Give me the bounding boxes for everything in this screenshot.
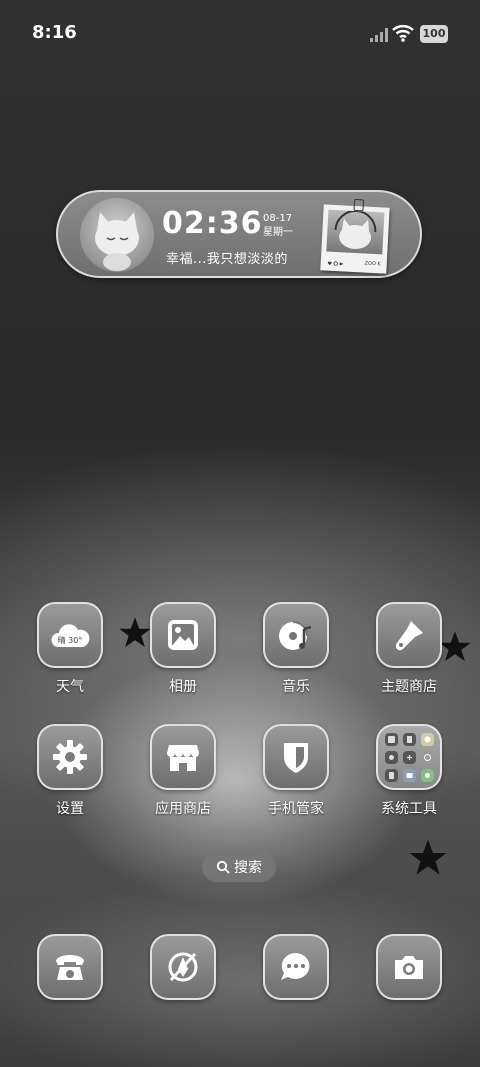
app-label: 系统工具	[381, 801, 437, 817]
music-icon[interactable]	[263, 602, 329, 668]
messages-icon[interactable]	[263, 934, 329, 1000]
search-icon	[216, 860, 230, 874]
app-label: 相册	[169, 679, 197, 695]
status-bar: 8:16 100	[0, 0, 480, 68]
files-icon	[384, 732, 398, 746]
compass-icon	[420, 750, 434, 764]
store-icon[interactable]	[150, 724, 216, 790]
clock-icon	[420, 732, 434, 746]
folder-app-grid	[384, 732, 434, 782]
widget-weekday: 星期一	[263, 227, 293, 238]
gear-icon[interactable]	[37, 724, 103, 790]
weather-icon[interactable]: 晴 30°	[37, 602, 103, 668]
app-label: 主题商店	[381, 679, 437, 695]
battery-indicator: 100	[420, 25, 448, 43]
health-icon	[420, 768, 434, 782]
widget-avatar-image	[80, 198, 154, 272]
gallery-icon[interactable]	[150, 602, 216, 668]
app-label: 音乐	[282, 679, 310, 695]
widget-caption: 幸福...我只想淡淡的	[166, 252, 288, 267]
camera-icon[interactable]	[376, 934, 442, 1000]
app-label: 设置	[56, 801, 84, 817]
signal-icon	[370, 28, 388, 42]
calculator-icon	[402, 750, 416, 764]
sim-toolkit-icon	[384, 768, 398, 782]
paint-brush-icon[interactable]	[376, 602, 442, 668]
folder-icon[interactable]	[376, 724, 442, 790]
widget-clock: 02:36	[162, 206, 263, 241]
notes-icon	[402, 732, 416, 746]
app-label: 手机管家	[268, 801, 324, 817]
status-time: 8:16	[32, 22, 77, 43]
phone-icon[interactable]	[37, 934, 103, 1000]
star-decoration-icon	[409, 839, 447, 875]
wifi-icon	[392, 25, 414, 42]
browser-icon[interactable]	[150, 934, 216, 1000]
polaroid-photo: ZOO K	[320, 198, 390, 274]
recorder-icon	[384, 750, 398, 764]
polaroid-signature: ZOO K	[364, 260, 381, 268]
polaroid-icons	[327, 261, 344, 266]
shield-icon[interactable]	[263, 724, 329, 790]
paper-clip-icon	[353, 198, 365, 212]
clock-widget[interactable]: 02:36 08-17 星期一 幸福...我只想淡淡的 ZOO K	[56, 190, 422, 278]
widget-date: 08-17	[263, 213, 293, 224]
weather-icon-text: 晴 30°	[58, 635, 83, 645]
star-decoration-icon	[439, 631, 471, 662]
widget-date-block: 08-17 星期一	[263, 212, 293, 240]
app-label: 天气	[56, 679, 84, 695]
polaroid-image	[326, 209, 385, 255]
star-decoration-icon	[119, 617, 151, 648]
app-label: 应用商店	[155, 801, 211, 817]
search-label: 搜索	[234, 860, 262, 876]
search-button[interactable]: 搜索	[202, 852, 276, 882]
feedback-icon	[402, 768, 416, 782]
